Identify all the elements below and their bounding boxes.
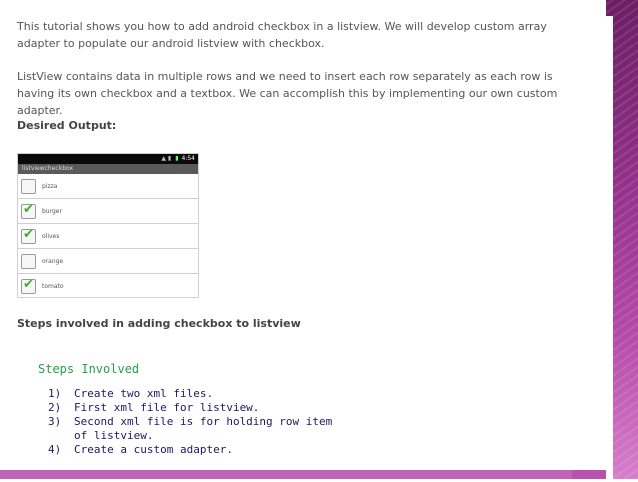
steps-heading: Steps involved in adding checkbox to lis…: [17, 317, 301, 330]
row-checkbox[interactable]: ✔: [21, 201, 36, 219]
step-item: 1) Create two xml files.: [48, 387, 332, 401]
battery-icon: ▮: [175, 155, 179, 162]
list-item[interactable]: ✔ tomato: [18, 274, 198, 298]
list-item[interactable]: orange: [18, 249, 198, 274]
step-number: 2): [48, 401, 62, 414]
step-text: First xml file for listview.: [74, 401, 260, 414]
step-item: 2) First xml file for listview.: [48, 401, 332, 415]
steps-list: 1) Create two xml files. 2) First xml file …: [48, 387, 332, 457]
app-title-bar: listviewcheckbox: [18, 164, 198, 174]
list-item[interactable]: pizza: [18, 174, 198, 199]
checkmark-icon: ✔: [23, 201, 34, 217]
status-time: 4:54: [181, 155, 195, 162]
row-label: pizza: [42, 182, 58, 190]
step-text: Second xml file is for holding row item: [74, 415, 333, 428]
status-bar: ▲ ▮ ▮ 4:54: [18, 154, 198, 164]
intro-paragraph-1: This tutorial shows you how to add andro…: [17, 20, 547, 50]
row-checkbox[interactable]: ✔: [21, 226, 36, 244]
row-label: orange: [42, 257, 64, 265]
steps-title: Steps Involved: [38, 362, 140, 376]
android-screenshot: ▲ ▮ ▮ 4:54 listviewcheckbox pizza ✔ burger ✔ o…: [17, 153, 199, 298]
step-number: 1): [48, 387, 62, 400]
list-item[interactable]: ✔ burger: [18, 199, 198, 224]
row-checkbox[interactable]: [21, 178, 36, 194]
signal-icon: ▲ ▮: [161, 155, 172, 162]
step-text: Create two xml files.: [74, 387, 214, 400]
decorative-white-bar: [606, 16, 613, 482]
step-continuation: of listview.: [74, 429, 154, 442]
slide-content: This tutorial shows you how to add andro…: [0, 0, 606, 470]
desired-output-heading: Desired Output:: [17, 119, 117, 132]
list-item[interactable]: ✔ olives: [18, 224, 198, 249]
checkmark-icon: ✔: [23, 276, 34, 292]
step-item: 4) Create a custom adapter.: [48, 443, 332, 457]
step-number: 4): [48, 443, 62, 456]
row-checkbox[interactable]: ✔: [21, 276, 36, 294]
step-number: 3): [48, 415, 62, 428]
row-label: olives: [42, 232, 60, 240]
row-checkbox[interactable]: [21, 253, 36, 269]
checkmark-icon: ✔: [23, 226, 34, 242]
intro-paragraph-2: ListView contains data in multiple rows …: [17, 70, 558, 117]
step-item: 3) Second xml file is for holding row ite…: [48, 415, 332, 429]
row-label: tomato: [42, 282, 64, 290]
step-text: Create a custom adapter.: [74, 443, 233, 456]
decorative-bottom-line: [0, 470, 606, 479]
row-label: burger: [42, 207, 62, 215]
listview: pizza ✔ burger ✔ olives orange ✔ tomato: [18, 174, 198, 298]
